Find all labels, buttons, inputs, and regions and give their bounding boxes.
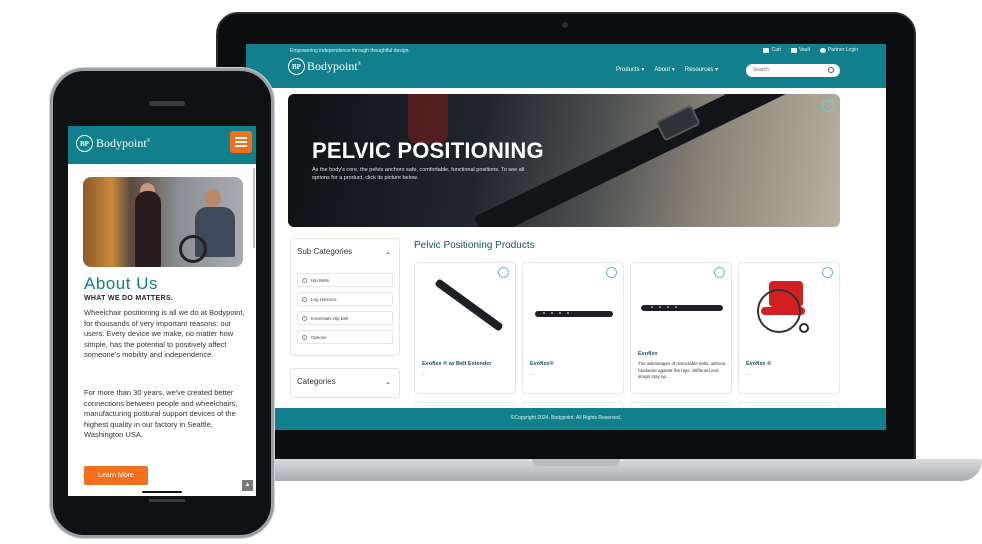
utility-links: Cart Vault Partner Login [763, 47, 858, 53]
filter-option-label: Essentials Hip Belt [311, 315, 349, 321]
device-mockup: Empowering independence through thoughtf… [0, 0, 982, 544]
site-footer: ©Copyright 2024. Bodypoint. All Rights R… [246, 408, 886, 430]
product-card[interactable]: Evoflex ® w/ Belt Extender ... [414, 262, 516, 394]
search-input[interactable]: Search [746, 64, 840, 77]
radio-icon [302, 277, 307, 283]
filter-option[interactable]: Leg Harness [297, 292, 393, 306]
filter-heading: Sub Categories [297, 247, 353, 256]
filter-option-label: Hip Belts [311, 277, 330, 283]
product-name: Evoflex ® [746, 361, 772, 367]
chevron-down-icon[interactable]: ⌄ [385, 378, 391, 386]
badge-icon [498, 267, 509, 278]
filter-option-label: Options [311, 334, 327, 340]
radio-icon [302, 296, 307, 302]
phone-speaker [149, 101, 185, 106]
cart-link[interactable]: Cart [763, 47, 781, 53]
mobile-logo[interactable]: BP Bodypoint® [76, 135, 150, 152]
laptop-camera [562, 22, 568, 28]
hero-chair-frame [408, 94, 448, 144]
hero-description: As the body's core, the pelvis anchors s… [312, 167, 525, 181]
about-subtitle: WHAT WE DO MATTERS. [84, 295, 174, 302]
home-indicator [142, 491, 182, 493]
hero-title: PELVIC POSITIONING [312, 138, 544, 163]
badge-icon [606, 267, 617, 278]
product-card[interactable]: Evoflex The advantages of retractable be… [630, 262, 732, 394]
product-image [535, 311, 613, 317]
about-paragraph: Wheelchair positioning is all we do at B… [84, 308, 245, 359]
nav-about[interactable]: About [654, 66, 674, 73]
product-description: ... [422, 371, 426, 376]
about-title: About Us [84, 274, 158, 293]
site-header: Empowering independence through thoughtf… [246, 44, 886, 88]
nav-products[interactable]: Products [616, 66, 644, 73]
badge-icon [822, 100, 834, 112]
radio-icon [302, 315, 307, 321]
vault-link[interactable]: Vault [790, 47, 810, 53]
vault-icon [790, 47, 797, 53]
mobile-header: BP Bodypoint® [68, 126, 256, 164]
search-icon[interactable] [828, 67, 834, 73]
products-heading: Pelvic Positioning Products [414, 240, 535, 251]
nav-resources[interactable]: Resources [685, 66, 718, 73]
filter-option[interactable]: Options [297, 330, 393, 344]
photo-person [135, 191, 161, 267]
tagline: Empowering independence through thoughtf… [290, 48, 410, 54]
logo-mark-icon: BP [76, 135, 93, 152]
hamburger-menu-icon[interactable] [230, 131, 252, 153]
product-description: The advantages of retractable belts, wit… [638, 361, 726, 379]
laptop: Empowering independence through thoughtf… [216, 12, 916, 464]
cart-icon [763, 47, 770, 53]
logo-text: Bodypoint® [96, 136, 151, 150]
badge-icon [822, 267, 833, 278]
site-logo[interactable]: BP Bodypoint® [288, 58, 361, 75]
product-description: ... [530, 371, 534, 376]
phone-home-bar [149, 499, 185, 502]
hero-banner: PELVIC POSITIONING As the body's core, t… [288, 94, 840, 227]
about-paragraph: For more than 30 years, we've created be… [84, 388, 238, 439]
partner-login-link[interactable]: Partner Login [819, 47, 858, 53]
photo-wheelchair-wheel [179, 235, 207, 263]
photo-person-head [205, 189, 221, 207]
sub-categories-filter: Sub Categories ⌄ Hip Belts Leg Harness E… [290, 238, 400, 356]
product-card[interactable]: Evoflex® ... [522, 262, 624, 394]
phone-screen: BP Bodypoint® About Us WHAT WE DO MATTER… [68, 126, 256, 496]
main-nav: Products About Resources [616, 66, 718, 73]
filter-option-label: Leg Harness [311, 296, 337, 302]
radio-icon [302, 334, 307, 340]
product-name: Evoflex [638, 351, 658, 357]
chevron-down-icon[interactable]: ⌄ [385, 248, 391, 256]
filter-option[interactable]: Hip Belts [297, 273, 393, 287]
categories-filter[interactable]: Categories ⌄ [290, 368, 400, 398]
laptop-screen: Empowering independence through thoughtf… [246, 44, 886, 430]
product-name: Evoflex® [530, 361, 554, 367]
learn-more-button[interactable]: Learn More [84, 466, 148, 485]
scrollbar[interactable] [253, 168, 255, 248]
filter-heading: Categories [297, 377, 336, 386]
about-photo [83, 177, 243, 267]
product-card[interactable]: Evoflex ® ... [738, 262, 840, 394]
laptop-notch [532, 459, 620, 466]
filter-option[interactable]: Essentials Hip Belt [297, 311, 393, 325]
scroll-to-top-icon[interactable]: ▲ [242, 480, 253, 491]
phone: BP Bodypoint® About Us WHAT WE DO MATTER… [50, 68, 274, 538]
search-placeholder: Search [753, 67, 769, 73]
product-name: Evoflex ® w/ Belt Extender [422, 361, 492, 367]
product-description: ... [746, 371, 750, 376]
user-icon [819, 47, 826, 53]
product-image [434, 278, 504, 332]
logo-text: Bodypoint® [307, 59, 362, 73]
product-image [641, 305, 723, 311]
logo-mark-icon: BP [288, 58, 305, 75]
badge-icon [714, 267, 725, 278]
